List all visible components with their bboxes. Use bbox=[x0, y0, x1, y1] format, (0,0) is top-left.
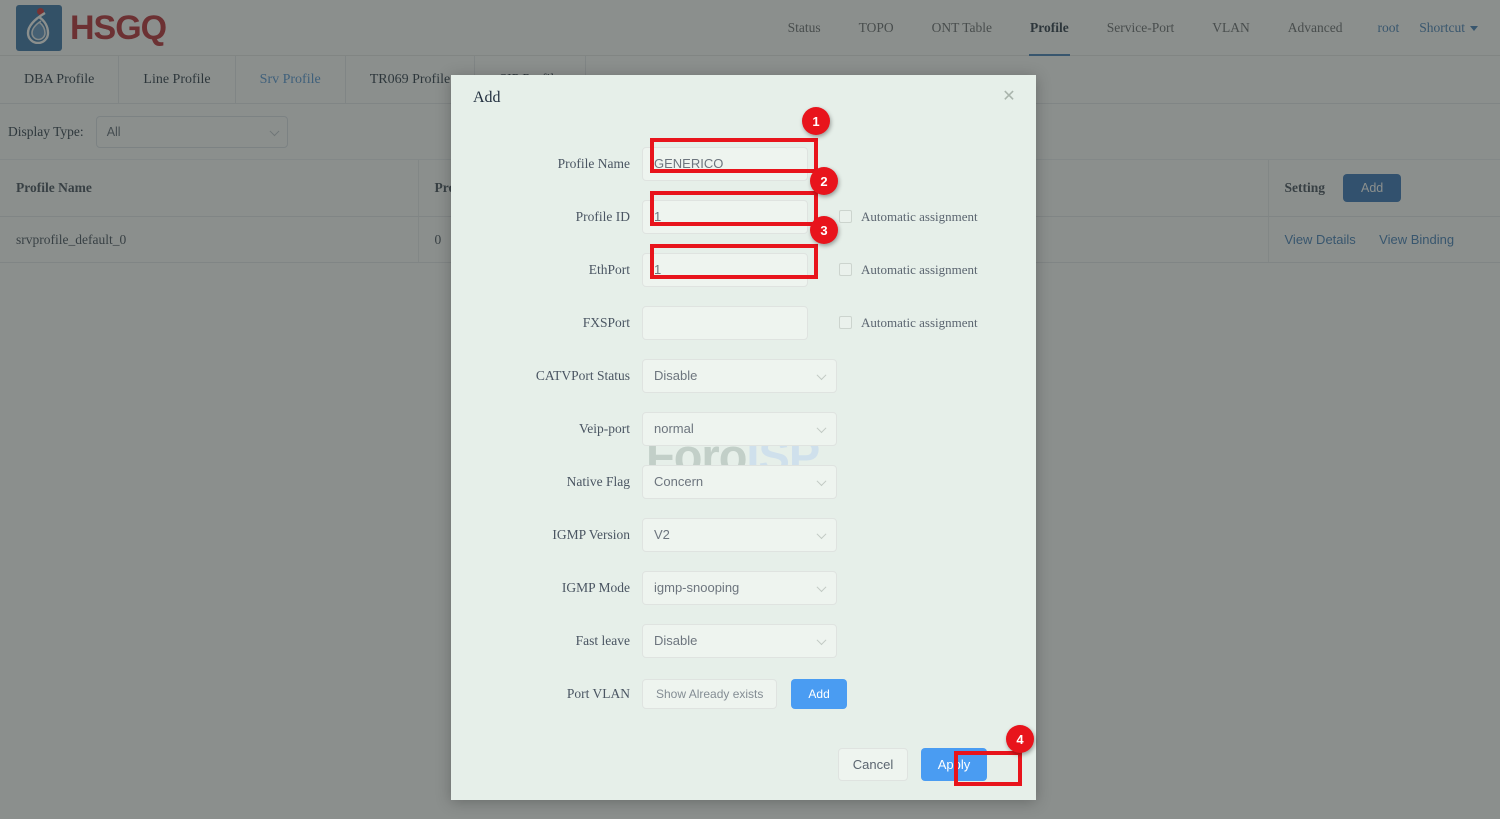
native-flag-label: Native Flag bbox=[566, 473, 630, 489]
catvport-status-value: Disable bbox=[654, 368, 698, 383]
field-row-profile-name: Profile Name bbox=[451, 137, 1036, 190]
igmp-mode-select[interactable]: igmp-snooping bbox=[642, 570, 837, 605]
field-row-profile-id: Profile ID Automatic assignment bbox=[451, 190, 1036, 243]
fxsport-auto-label: Automatic assignment bbox=[861, 314, 978, 330]
profile-id-input[interactable] bbox=[642, 199, 808, 234]
fast-leave-value: Disable bbox=[654, 633, 698, 648]
dialog-title: Add bbox=[473, 89, 501, 106]
profile-id-auto-label: Automatic assignment bbox=[861, 208, 978, 224]
checkbox-icon[interactable] bbox=[839, 210, 852, 223]
fxsport-input[interactable] bbox=[642, 305, 808, 340]
catvport-status-select[interactable]: Disable bbox=[642, 358, 837, 393]
chevron-down-icon bbox=[816, 581, 827, 592]
field-row-igmp-mode: IGMP Mode igmp-snooping bbox=[451, 561, 1036, 614]
field-row-fxsport: FXSPort Automatic assignment bbox=[451, 296, 1036, 349]
chevron-down-icon bbox=[816, 422, 827, 433]
profile-name-label: Profile Name bbox=[557, 155, 630, 171]
ethport-input[interactable] bbox=[642, 252, 808, 287]
chevron-down-icon bbox=[816, 475, 827, 486]
port-vlan-label: Port VLAN bbox=[566, 685, 630, 701]
dialog-footer: Cancel Apply bbox=[451, 728, 1036, 800]
dialog-header: Add ✕ bbox=[451, 75, 1036, 121]
native-flag-select[interactable]: Concern bbox=[642, 464, 837, 499]
igmp-mode-label: IGMP Mode bbox=[561, 579, 630, 595]
veip-port-value: normal bbox=[654, 421, 694, 436]
ethport-auto-assignment[interactable]: Automatic assignment bbox=[839, 262, 978, 278]
app-root: HSGQ Status TOPO ONT Table Profile Servi… bbox=[0, 0, 1500, 819]
chevron-down-icon bbox=[816, 634, 827, 645]
cancel-button[interactable]: Cancel bbox=[838, 747, 908, 781]
ethport-auto-label: Automatic assignment bbox=[861, 261, 978, 277]
profile-id-auto-assignment[interactable]: Automatic assignment bbox=[839, 209, 978, 225]
field-row-fast-leave: Fast leave Disable bbox=[451, 614, 1036, 667]
apply-button[interactable]: Apply bbox=[921, 747, 987, 781]
profile-name-input[interactable] bbox=[642, 146, 808, 181]
field-row-port-vlan: Port VLAN Show Already exists Add bbox=[451, 667, 1036, 720]
dialog-body: ForoISP Profile Name Profile ID Automati… bbox=[451, 121, 1036, 720]
field-row-native-flag: Native Flag Concern bbox=[451, 455, 1036, 508]
port-vlan-add-button[interactable]: Add bbox=[791, 678, 847, 709]
fxsport-label: FXSPort bbox=[582, 314, 630, 330]
igmp-version-select[interactable]: V2 bbox=[642, 517, 837, 552]
checkbox-icon[interactable] bbox=[839, 263, 852, 276]
igmp-mode-value: igmp-snooping bbox=[654, 580, 740, 595]
port-vlan-show-existing-button[interactable]: Show Already exists bbox=[642, 678, 778, 709]
chevron-down-icon bbox=[816, 369, 827, 380]
fxsport-auto-assignment[interactable]: Automatic assignment bbox=[839, 315, 978, 331]
native-flag-value: Concern bbox=[654, 474, 704, 489]
field-row-igmp-version: IGMP Version V2 bbox=[451, 508, 1036, 561]
field-row-catvport-status: CATVPort Status Disable bbox=[451, 349, 1036, 402]
veip-port-label: Veip-port bbox=[579, 420, 630, 436]
profile-id-label: Profile ID bbox=[575, 208, 630, 224]
close-icon[interactable]: ✕ bbox=[1000, 89, 1018, 107]
field-row-ethport: EthPort Automatic assignment bbox=[451, 243, 1036, 296]
ethport-label: EthPort bbox=[588, 261, 630, 277]
catvport-status-label: CATVPort Status bbox=[535, 367, 630, 383]
add-srv-profile-dialog: Add ✕ ForoISP Profile Name Profile ID bbox=[451, 75, 1036, 800]
checkbox-icon[interactable] bbox=[839, 316, 852, 329]
chevron-down-icon bbox=[816, 528, 827, 539]
igmp-version-value: V2 bbox=[654, 527, 670, 542]
fast-leave-label: Fast leave bbox=[575, 632, 630, 648]
igmp-version-label: IGMP Version bbox=[552, 526, 630, 542]
field-row-veip-port: Veip-port normal bbox=[451, 402, 1036, 455]
fast-leave-select[interactable]: Disable bbox=[642, 623, 837, 658]
veip-port-select[interactable]: normal bbox=[642, 411, 837, 446]
